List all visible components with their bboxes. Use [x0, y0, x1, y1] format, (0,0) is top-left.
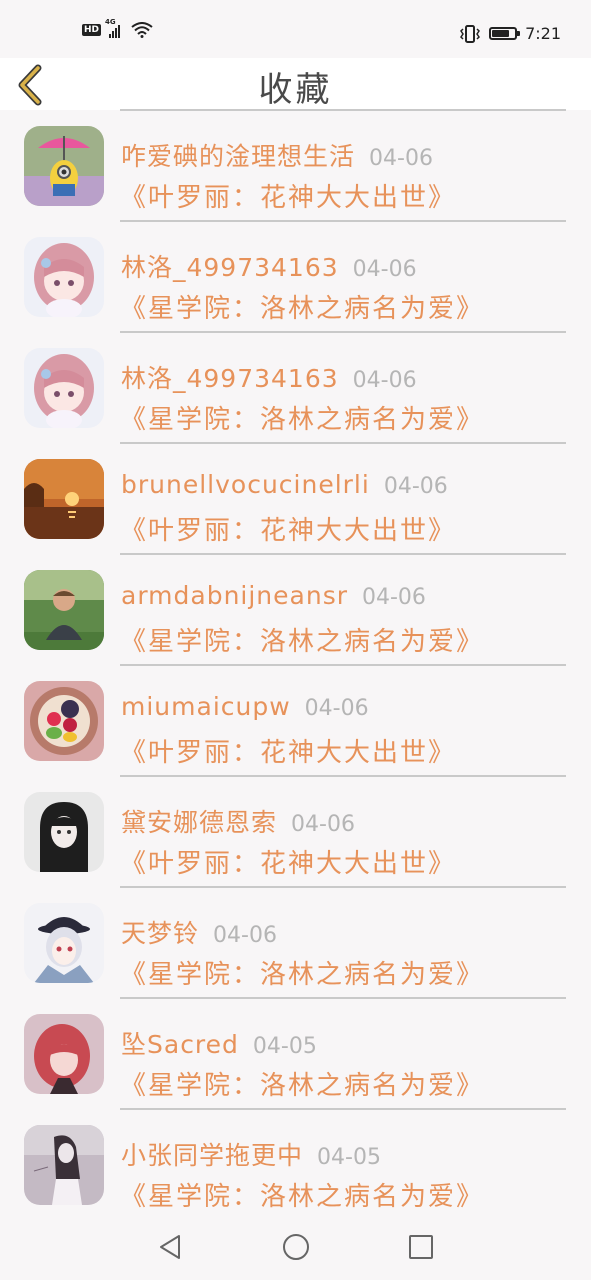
list-item[interactable]: 黛安娜德恩索 04-06 《叶罗丽：花神大大出世》: [0, 777, 591, 888]
page-title: 收藏: [258, 70, 333, 110]
book-title-link[interactable]: 《叶罗丽：花神大大出世》: [120, 177, 456, 214]
list-item[interactable]: brunellvocucinelrli 04-06 《叶罗丽：花神大大出世》: [0, 444, 591, 555]
nav-back-button[interactable]: [155, 1232, 185, 1262]
vibrate-icon: [460, 24, 481, 43]
avatar[interactable]: [24, 1014, 104, 1094]
list-item[interactable]: 小张同学拖更中 04-05 《星学院：洛林之病名为爱》: [0, 1110, 591, 1214]
favorites-list[interactable]: 咋爱碘的淦理想生活 04-06 《叶罗丽：花神大大出世》 林洛_499734163 04…: [0, 111, 591, 1214]
user-name-text: 黛安娜德恩索: [121, 808, 278, 837]
avatar[interactable]: [24, 570, 104, 650]
avatar[interactable]: [24, 792, 104, 872]
user-name[interactable]: 坠Sacred 04-05: [121, 1025, 317, 1061]
favorite-date: 04-06: [383, 474, 448, 499]
favorite-date: 04-06: [352, 257, 417, 282]
book-title-link[interactable]: 《叶罗丽：花神大大出世》: [120, 510, 456, 547]
user-name-text: 小张同学拖更中: [121, 1141, 304, 1170]
user-name-text: 天梦铃: [121, 919, 200, 948]
user-name[interactable]: brunellvocucinelrli 04-06: [121, 470, 448, 499]
favorite-date: 04-05: [252, 1034, 317, 1059]
user-name-text: 林洛_499734163: [121, 364, 339, 393]
avatar[interactable]: [24, 903, 104, 983]
list-item[interactable]: armdabnijneansr 04-06 《星学院：洛林之病名为爱》: [0, 555, 591, 666]
nav-recent-icon: [409, 1235, 433, 1259]
cellular-signal-icon: 4G: [105, 18, 127, 38]
list-item[interactable]: 天梦铃 04-06 《星学院：洛林之病名为爱》: [0, 888, 591, 999]
book-title-link[interactable]: 《星学院：洛林之病名为爱》: [120, 288, 484, 325]
list-item[interactable]: 林洛_499734163 04-06 《星学院：洛林之病名为爱》: [0, 333, 591, 444]
list-item[interactable]: 咋爱碘的淦理想生活 04-06 《叶罗丽：花神大大出世》: [0, 111, 591, 222]
nav-recent-button[interactable]: [406, 1232, 436, 1262]
user-name-text: 咋爱碘的淦理想生活: [121, 142, 356, 171]
user-name[interactable]: 咋爱碘的淦理想生活 04-06: [121, 137, 433, 173]
user-name-text: 坠Sacred: [121, 1030, 239, 1059]
battery-icon: [489, 27, 521, 40]
list-item[interactable]: 林洛_499734163 04-06 《星学院：洛林之病名为爱》: [0, 222, 591, 333]
user-name-text: armdabnijneansr: [121, 581, 348, 610]
nav-back-icon: [160, 1235, 180, 1259]
user-name[interactable]: 天梦铃 04-06: [121, 914, 277, 950]
user-name[interactable]: armdabnijneansr 04-06: [121, 581, 426, 610]
hd-badge: HD: [82, 24, 102, 36]
nav-home-icon: [283, 1234, 309, 1260]
book-title-link[interactable]: 《星学院：洛林之病名为爱》: [120, 399, 484, 436]
favorite-date: 04-06: [352, 368, 417, 393]
favorite-date: 04-05: [317, 1145, 381, 1170]
avatar[interactable]: [24, 459, 104, 539]
status-bar: HD 4G 7:21: [0, 0, 591, 58]
user-name[interactable]: 小张同学拖更中 04-05: [121, 1136, 381, 1172]
status-left: HD 4G: [82, 18, 153, 38]
avatar[interactable]: [24, 237, 104, 317]
book-title-link[interactable]: 《星学院：洛林之病名为爱》: [120, 1176, 484, 1213]
wifi-icon: [131, 22, 153, 38]
book-title-link[interactable]: 《星学院：洛林之病名为爱》: [120, 1065, 484, 1102]
favorite-date: 04-06: [304, 696, 369, 721]
navigation-bar: [0, 1214, 591, 1280]
favorite-date: 04-06: [213, 923, 277, 948]
user-name-text: brunellvocucinelrli: [121, 470, 370, 499]
user-name[interactable]: 黛安娜德恩索 04-06: [121, 803, 355, 839]
user-name[interactable]: miumaicupw 04-06: [121, 692, 369, 721]
user-name-text: miumaicupw: [121, 692, 291, 721]
avatar[interactable]: [24, 126, 104, 206]
book-title-link[interactable]: 《叶罗丽：花神大大出世》: [120, 732, 456, 769]
favorite-date: 04-06: [369, 146, 433, 171]
avatar[interactable]: [24, 681, 104, 761]
book-title-link[interactable]: 《叶罗丽：花神大大出世》: [120, 843, 456, 880]
avatar[interactable]: [24, 1125, 104, 1205]
title-bar: 收藏: [0, 58, 591, 110]
avatar[interactable]: [24, 348, 104, 428]
list-item[interactable]: miumaicupw 04-06 《叶罗丽：花神大大出世》: [0, 666, 591, 777]
book-title-link[interactable]: 《星学院：洛林之病名为爱》: [120, 954, 484, 991]
favorite-date: 04-06: [362, 585, 426, 610]
list-item[interactable]: 坠Sacred 04-05 《星学院：洛林之病名为爱》: [0, 999, 591, 1110]
clock: 7:21: [525, 24, 561, 43]
user-name[interactable]: 林洛_499734163 04-06: [121, 248, 417, 284]
user-name-text: 林洛_499734163: [121, 253, 339, 282]
book-title-link[interactable]: 《星学院：洛林之病名为爱》: [120, 621, 484, 658]
nav-home-button[interactable]: [281, 1232, 311, 1262]
status-right: 7:21: [459, 24, 561, 43]
user-name[interactable]: 林洛_499734163 04-06: [121, 359, 417, 395]
favorite-date: 04-06: [291, 812, 355, 837]
